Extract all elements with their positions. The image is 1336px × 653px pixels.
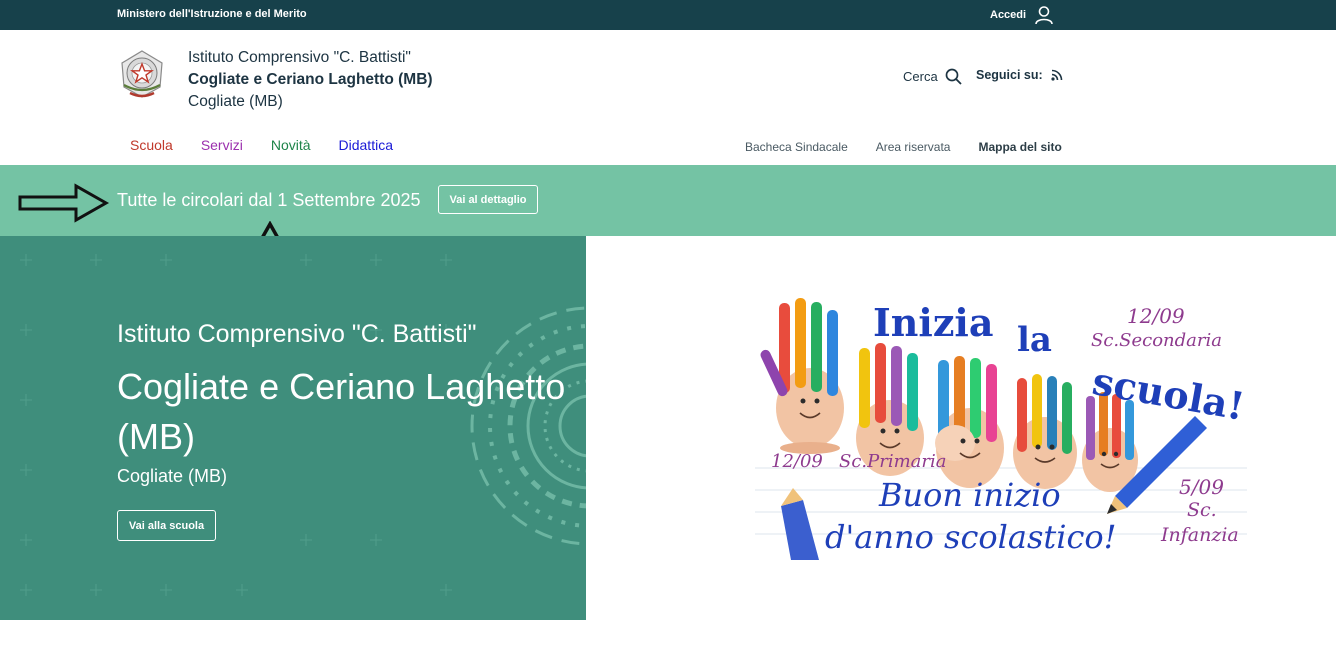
school-title[interactable]: Istituto Comprensivo "C. Battisti" Cogli… — [188, 47, 433, 113]
nav-didattica[interactable]: Didattica — [339, 137, 393, 153]
poster-infancy-label-2: Infanzia — [1161, 524, 1239, 546]
site-header: Istituto Comprensivo "C. Battisti" Cogli… — [0, 30, 1336, 165]
school-start-poster[interactable]: Inizia la scuola! 12/09 Sc.Secondaria 12… — [755, 298, 1248, 560]
rss-icon[interactable] — [1051, 69, 1063, 81]
poster-greeting-line-2: d'anno scolastico! — [825, 518, 1117, 556]
user-icon — [1035, 6, 1053, 25]
hero-school-button[interactable]: Vai alla scuola — [117, 510, 216, 541]
poster-headline-word-2: la — [1017, 320, 1052, 360]
nav-area-riservata[interactable]: Area riservata — [876, 140, 951, 154]
hero-school-name: Istituto Comprensivo "C. Battisti" — [117, 320, 477, 348]
arrow-right-icon — [18, 183, 110, 223]
poster-secondary-date: 12/09 — [1127, 304, 1185, 328]
follow-us: Seguici su: — [976, 68, 1063, 82]
search-label: Cerca — [903, 69, 938, 84]
main-nav: Scuola Servizi Novità Didattica — [130, 137, 393, 153]
republic-emblem-icon[interactable] — [116, 45, 168, 103]
login-label: Accedi — [990, 9, 1027, 21]
top-bar: Ministero dell'Istruzione e del Merito A… — [0, 0, 1336, 30]
poster-greeting-line-1: Buon inizio — [879, 476, 1061, 514]
follow-label: Seguici su: — [976, 68, 1043, 82]
login-button[interactable]: Accedi — [990, 4, 1054, 26]
school-name: Istituto Comprensivo "C. Battisti" — [188, 49, 411, 66]
poster-primary-date: 12/09 — [771, 451, 823, 472]
hero-school-location: Cogliate e Ceriano Laghetto (MB) — [117, 366, 566, 457]
ministry-link[interactable]: Ministero dell'Istruzione e del Merito — [117, 8, 307, 20]
poster-infancy-label-1: Sc. — [1187, 499, 1217, 521]
notice-banner: Tutte le circolari dal 1 Settembre 2025 … — [0, 165, 1336, 236]
search-button[interactable]: Cerca — [903, 68, 962, 85]
secondary-nav: Bacheca Sindacale Area riservata Mappa d… — [745, 140, 1062, 154]
poster-secondary-label: Sc.Secondaria — [1091, 330, 1222, 351]
poster-infancy-date: 5/09 — [1179, 475, 1224, 499]
school-city: Cogliate (MB) — [188, 93, 283, 110]
nav-bacheca-sindacale[interactable]: Bacheca Sindacale — [745, 140, 848, 154]
poster-headline-word-1: Inizia — [873, 300, 994, 345]
notice-message: Tutte le circolari dal 1 Settembre 2025 — [117, 190, 421, 210]
hero-section: Istituto Comprensivo "C. Battisti" Cogli… — [0, 236, 586, 620]
nav-novita[interactable]: Novità — [271, 137, 311, 153]
search-icon — [945, 68, 962, 85]
nav-servizi[interactable]: Servizi — [201, 137, 243, 153]
notice-detail-button[interactable]: Vai al dettaglio — [438, 185, 538, 214]
nav-scuola[interactable]: Scuola — [130, 137, 173, 153]
hero-school-city: Cogliate (MB) — [117, 466, 228, 486]
school-location: Cogliate e Ceriano Laghetto (MB) — [188, 71, 433, 88]
poster-primary-label: Sc.Primaria — [839, 451, 947, 472]
nav-mappa-del-sito[interactable]: Mappa del sito — [978, 140, 1061, 154]
